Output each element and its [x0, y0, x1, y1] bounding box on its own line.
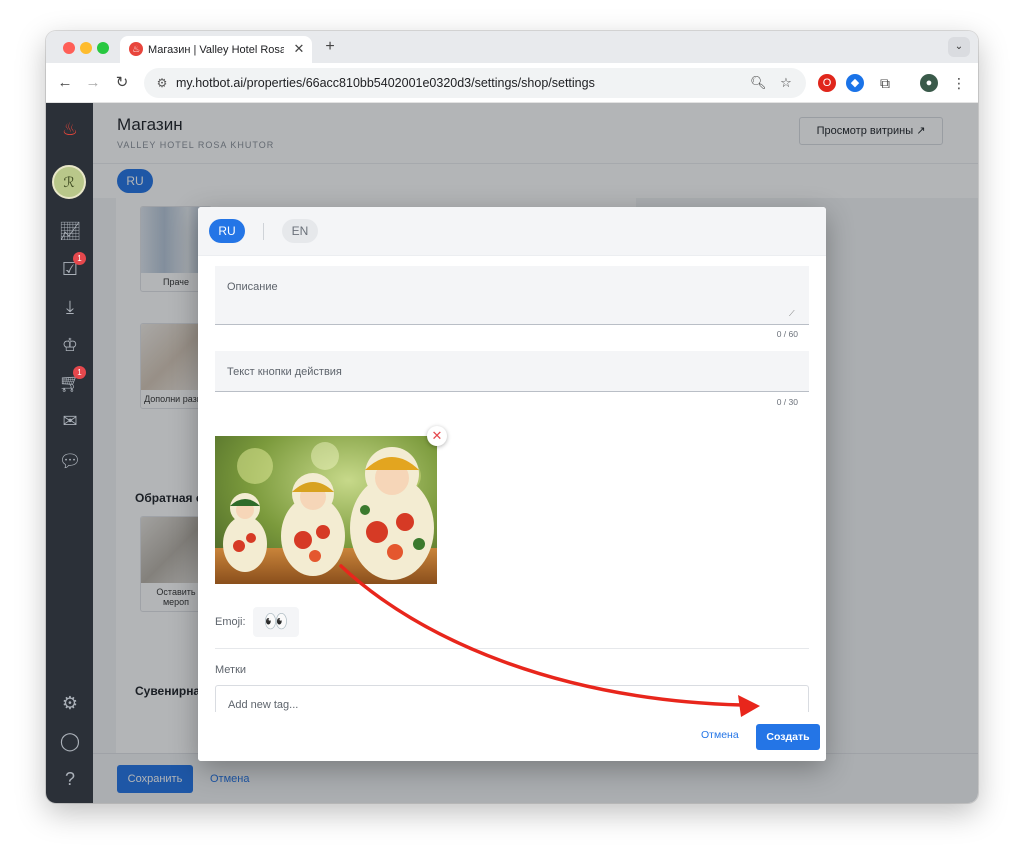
close-window-button[interactable]: [63, 42, 75, 54]
tab-search-chevron-icon[interactable]: ⌄: [948, 37, 970, 57]
tags-placeholder: Add new tag...: [228, 699, 299, 711]
description-textarea[interactable]: Описание ⟋: [215, 266, 809, 325]
site-settings-icon[interactable]: ⚙: [154, 75, 170, 91]
browser-toolbar: ← → ↻ ⚙ my.hotbot.ai/properties/66acc810…: [46, 63, 978, 103]
create-button[interactable]: Создать: [756, 724, 820, 750]
tab-close-icon[interactable]: ✕: [292, 41, 306, 57]
property-avatar[interactable]: ℛ: [52, 165, 86, 199]
url-text[interactable]: my.hotbot.ai/properties/66acc810bb540200…: [176, 75, 736, 91]
action-text-placeholder: Текст кнопки действия: [227, 366, 342, 378]
settings-gear-icon[interactable]: ⚙: [58, 691, 82, 715]
mail-send-icon[interactable]: ✉: [58, 409, 82, 433]
lang-tab-ru[interactable]: RU: [209, 219, 245, 243]
profile-avatar[interactable]: ●: [920, 74, 938, 92]
inbox-download-icon[interactable]: ⤓: [58, 295, 82, 319]
create-product-modal: RU EN Описание ⟋ 0 / 60 Текст кнопки дей…: [198, 207, 826, 761]
app-area: ♨ ℛ 📈︎ ☑ 1 ⤓ ♔ 🛒︎ 1 ✉ 💬︎ ⚙ ◯ ? Магазин V…: [46, 103, 978, 803]
browser-tab[interactable]: ♨ Магазин | Valley Hotel Rosa Khutor ✕: [120, 36, 312, 63]
modal-divider: [215, 648, 809, 649]
tasks-badge: 1: [73, 252, 86, 265]
lang-tab-en[interactable]: EN: [282, 219, 318, 243]
reload-icon[interactable]: ↻: [113, 74, 131, 92]
cart-badge: 1: [73, 366, 86, 379]
sidebar: ♨ ℛ 📈︎ ☑ 1 ⤓ ♔ 🛒︎ 1 ✉ 💬︎ ⚙ ◯ ?: [46, 103, 93, 803]
tags-label: Метки: [215, 664, 247, 676]
address-bar[interactable]: ⚙ my.hotbot.ai/properties/66acc810bb5402…: [144, 68, 806, 98]
forward-arrow-icon[interactable]: →: [84, 74, 102, 92]
extensions-puzzle-icon[interactable]: ⧉: [876, 74, 894, 92]
hotbot-logo-icon[interactable]: ♨: [58, 117, 82, 141]
analytics-chart-icon[interactable]: 📈︎: [58, 219, 82, 243]
chat-bubble-icon[interactable]: 💬︎: [58, 449, 82, 473]
minimize-window-button[interactable]: [80, 42, 92, 54]
action-text-input[interactable]: Текст кнопки действия: [215, 351, 809, 392]
back-arrow-icon[interactable]: ←: [56, 74, 74, 92]
emoji-label: Emoji:: [215, 616, 246, 628]
tab-strip: ♨ Магазин | Valley Hotel Rosa Khutor ✕ +…: [46, 31, 978, 63]
description-placeholder: Описание: [227, 281, 278, 293]
zoom-icon[interactable]: 🔍︎: [750, 75, 767, 91]
lang-divider: [263, 223, 264, 240]
opera-extension-icon[interactable]: O: [818, 74, 836, 92]
new-tab-button[interactable]: +: [322, 38, 338, 56]
modal-footer: Отмена Создать: [198, 712, 826, 761]
tab-title: Магазин | Valley Hotel Rosa Khutor: [148, 44, 284, 56]
modal-lang-bar: RU EN: [198, 207, 826, 256]
modal-cancel-button[interactable]: Отмена: [701, 729, 739, 741]
maximize-window-button[interactable]: [97, 42, 109, 54]
user-profile-icon[interactable]: ◯: [58, 729, 82, 753]
emoji-picker-button[interactable]: 👀: [253, 607, 299, 637]
action-text-counter: 0 / 30: [776, 397, 798, 407]
hotbot-favicon-icon: ♨: [129, 42, 143, 56]
chrome-menu-icon[interactable]: ⋮: [950, 74, 968, 92]
bookmark-star-icon[interactable]: ☆: [778, 75, 794, 91]
tag-extension-icon[interactable]: ◆: [846, 74, 864, 92]
browser-window: ♨ Магазин | Valley Hotel Rosa Khutor ✕ +…: [46, 31, 978, 803]
crown-icon[interactable]: ♔: [58, 333, 82, 357]
resize-handle-icon[interactable]: ⟋: [789, 310, 797, 318]
matryoshka-image: [215, 436, 437, 584]
help-question-icon[interactable]: ?: [58, 767, 82, 791]
remove-image-close-icon[interactable]: ✕: [427, 426, 447, 446]
description-counter: 0 / 60: [776, 329, 798, 339]
product-image-preview: [215, 436, 437, 584]
